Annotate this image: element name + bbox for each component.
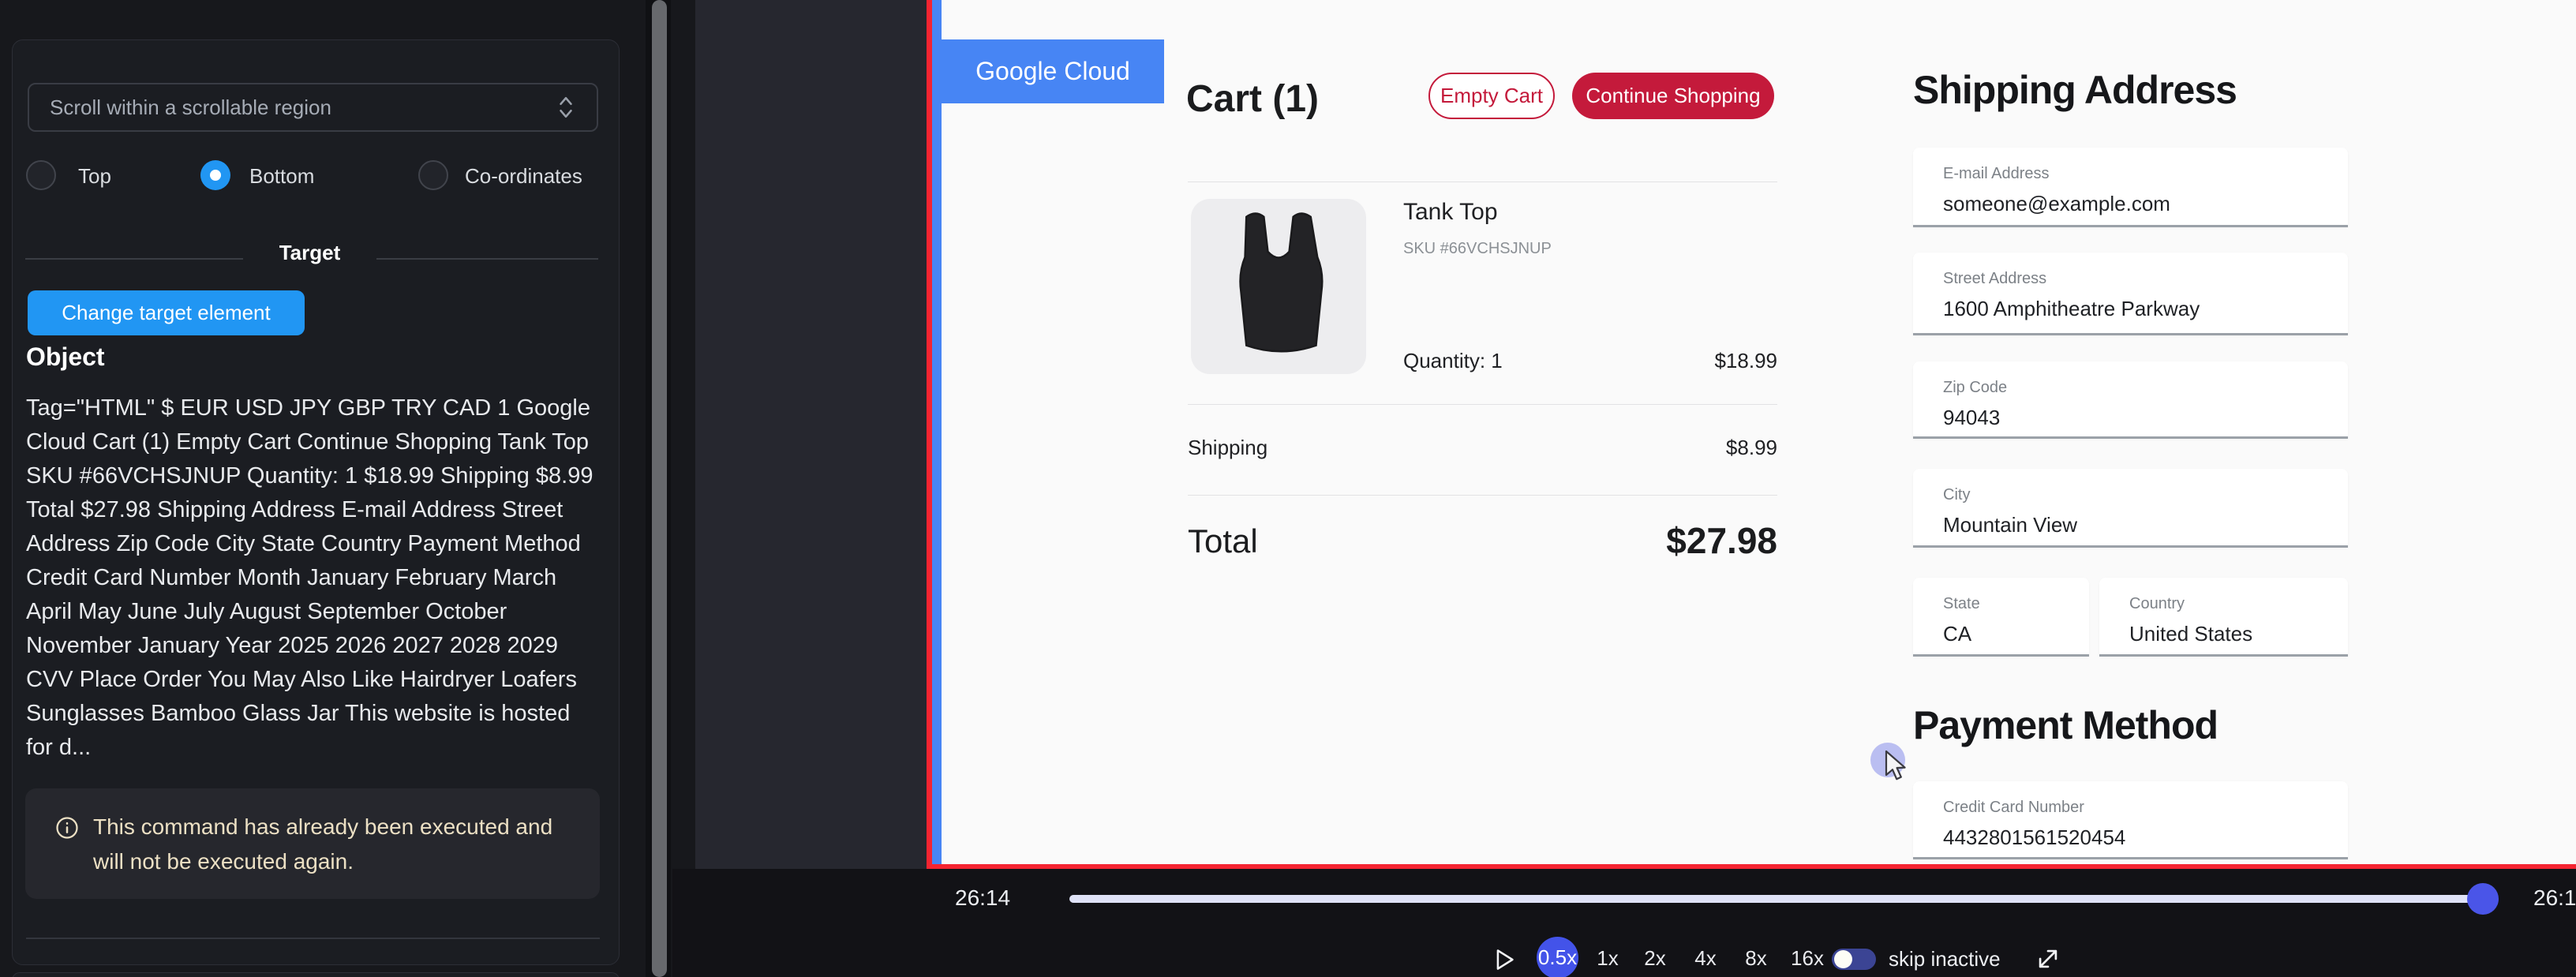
sidebar-scrollbar-thumb[interactable] xyxy=(652,0,667,977)
speed-16x-button[interactable]: 16x xyxy=(1785,946,1829,971)
street-value: 1600 Amphitheatre Parkway xyxy=(1943,297,2200,321)
state-field[interactable]: State CA xyxy=(1913,578,2089,657)
product-image-tank-top xyxy=(1191,199,1366,374)
radio-top-label: Top xyxy=(78,164,111,189)
email-field[interactable]: E-mail Address someone@example.com xyxy=(1913,148,2348,227)
target-divider-left xyxy=(25,258,243,260)
radio-bottom-label: Bottom xyxy=(249,164,314,189)
total-label: Total xyxy=(1188,522,1258,560)
shipping-row-label: Shipping xyxy=(1188,436,1267,460)
product-name: Tank Top xyxy=(1403,199,1498,226)
change-target-button[interactable]: Change target element xyxy=(28,290,305,335)
panel-gap xyxy=(671,0,695,977)
email-label: E-mail Address xyxy=(1943,165,2050,183)
sidebar-panel: Scroll within a scrollable region Top Bo… xyxy=(0,0,646,977)
scroll-region-highlight-blue xyxy=(932,0,942,864)
mouse-cursor-icon xyxy=(1881,750,1913,784)
total-price: $27.98 xyxy=(1541,519,1777,562)
app-window: Scroll within a scrollable region Top Bo… xyxy=(0,0,2576,977)
skip-inactive-toggle-knob[interactable] xyxy=(1834,950,1852,968)
credit-card-value: 4432801561520454 xyxy=(1943,825,2125,850)
action-select-value: Scroll within a scrollable region xyxy=(50,95,331,120)
object-description-text: Tag="HTML" $ EUR USD JPY GBP TRY CAD 1 G… xyxy=(26,391,601,765)
credit-card-field[interactable]: Credit Card Number 4432801561520454 xyxy=(1913,781,2348,859)
play-button[interactable] xyxy=(1492,948,1516,971)
cart-item-divider xyxy=(1188,404,1777,405)
radio-top[interactable] xyxy=(26,160,56,190)
speed-2x-button[interactable]: 2x xyxy=(1635,946,1675,971)
target-section-label: Target xyxy=(249,241,370,265)
skip-inactive-label: skip inactive xyxy=(1889,947,2001,971)
zip-value: 94043 xyxy=(1943,406,2000,430)
object-heading: Object xyxy=(26,343,105,372)
country-field[interactable]: Country United States xyxy=(2099,578,2348,657)
brand-badge[interactable]: Google Cloud xyxy=(942,39,1164,103)
target-divider-right xyxy=(376,258,598,260)
timeline-slider[interactable] xyxy=(1069,895,2483,903)
shipping-row-price: $8.99 xyxy=(1619,436,1777,460)
speed-8x-button[interactable]: 8x xyxy=(1736,946,1776,971)
sidebar-bottom-divider xyxy=(26,938,600,939)
street-label: Street Address xyxy=(1943,270,2046,288)
radio-coordinates[interactable] xyxy=(418,160,448,190)
next-command-card-stub xyxy=(12,972,620,977)
state-value: CA xyxy=(1943,622,1971,646)
zip-label: Zip Code xyxy=(1943,379,2007,397)
payment-method-heading: Payment Method xyxy=(1913,702,2218,748)
end-time: 26:1 xyxy=(2533,885,2576,911)
current-time: 26:14 xyxy=(955,885,1042,911)
speed-4x-button[interactable]: 4x xyxy=(1686,946,1725,971)
product-sku: SKU #66VCHSJNUP xyxy=(1403,240,1552,258)
email-value: someone@example.com xyxy=(1943,192,2170,216)
zip-field[interactable]: Zip Code 94043 xyxy=(1913,361,2348,439)
product-quantity: Quantity: 1 xyxy=(1403,349,1503,373)
continue-shopping-button[interactable]: Continue Shopping xyxy=(1572,73,1774,119)
country-value: United States xyxy=(2129,622,2252,646)
country-label: Country xyxy=(2129,595,2185,613)
action-select[interactable]: Scroll within a scrollable region xyxy=(28,83,598,132)
street-field[interactable]: Street Address 1600 Amphitheatre Parkway xyxy=(1913,253,2348,335)
product-price: $18.99 xyxy=(1619,349,1777,373)
radio-coordinates-label: Co-ordinates xyxy=(465,164,582,189)
empty-cart-button[interactable]: Empty Cart xyxy=(1428,73,1555,119)
info-icon xyxy=(55,816,79,840)
city-field[interactable]: City Mountain View xyxy=(1913,469,2348,548)
city-label: City xyxy=(1943,486,1970,504)
cart-title: Cart (1) xyxy=(1186,77,1319,121)
target-highlight-red-left xyxy=(927,0,932,869)
cart-shipping-divider xyxy=(1188,495,1777,496)
radio-bottom[interactable] xyxy=(200,160,230,190)
state-label: State xyxy=(1943,595,1980,613)
unfold-more-icon xyxy=(556,95,576,119)
credit-card-label: Credit Card Number xyxy=(1943,799,2084,817)
city-value: Mountain View xyxy=(1943,513,2077,537)
fullscreen-icon[interactable] xyxy=(2035,945,2061,972)
shipping-address-heading: Shipping Address xyxy=(1913,67,2237,113)
tank-top-graphic xyxy=(1211,211,1346,361)
speed-1x-button[interactable]: 1x xyxy=(1588,946,1627,971)
timeline-handle[interactable] xyxy=(2467,883,2499,915)
notice-text: This command has already been executed a… xyxy=(93,810,567,879)
speed-0-5x-button[interactable]: 0.5x xyxy=(1537,937,1578,977)
